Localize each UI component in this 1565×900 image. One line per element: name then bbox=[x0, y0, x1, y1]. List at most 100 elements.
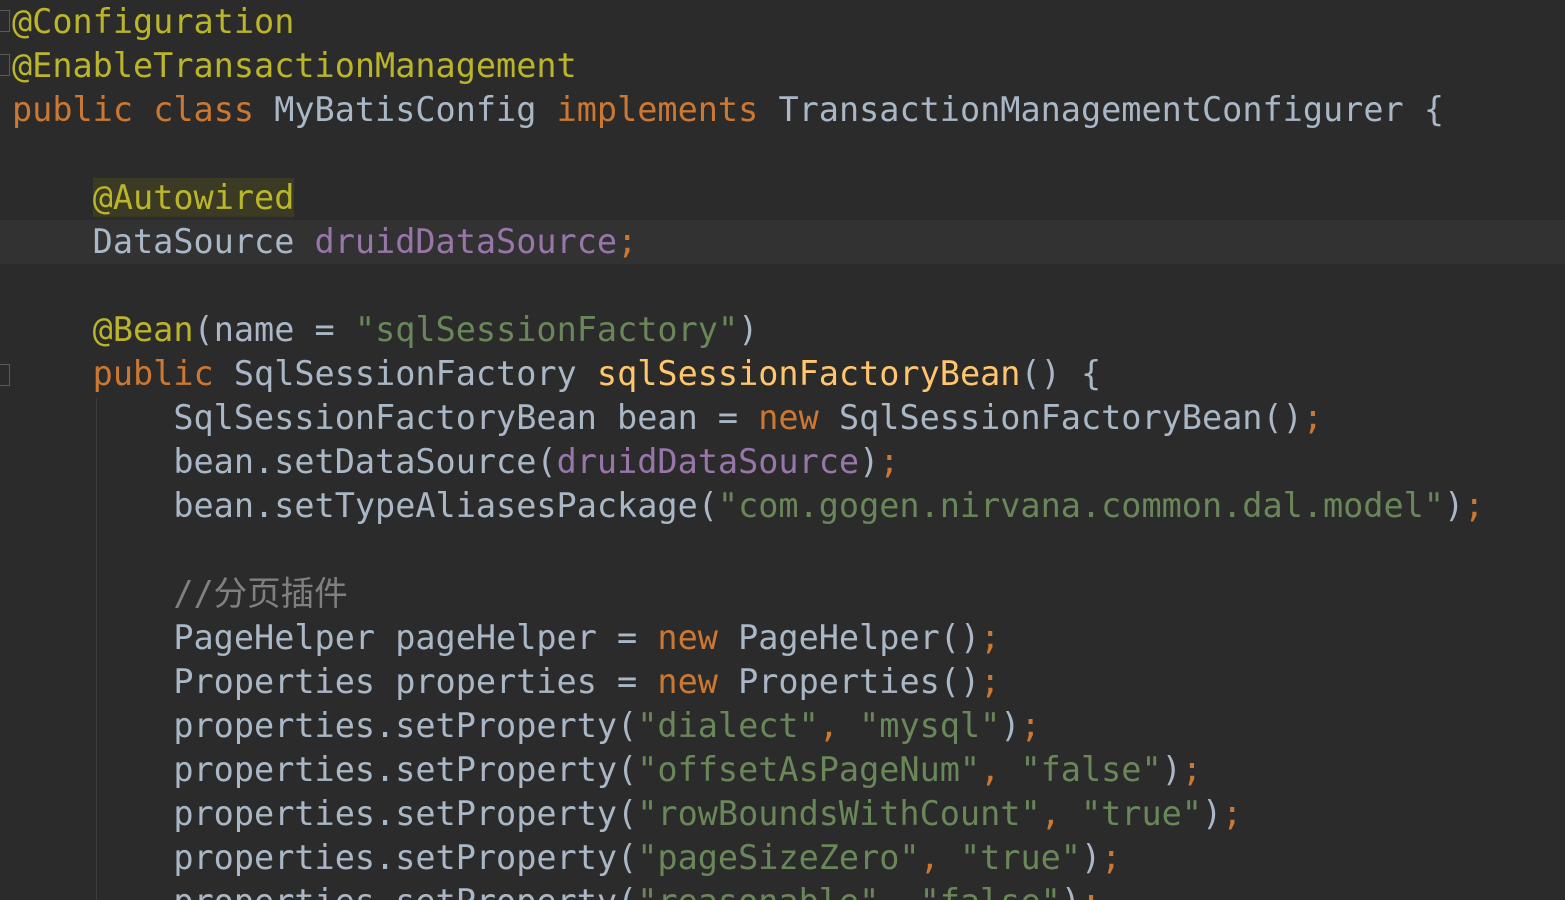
code-line[interactable] bbox=[0, 264, 1565, 308]
code-token: @Configuration bbox=[12, 2, 295, 41]
code-line[interactable]: @Configuration bbox=[0, 0, 1565, 44]
code-token: ; bbox=[1464, 486, 1485, 525]
code-line-text: properties.setProperty("rowBoundsWithCou… bbox=[12, 792, 1242, 836]
code-token: ; bbox=[879, 442, 900, 481]
code-line[interactable] bbox=[0, 528, 1565, 572]
code-token: ( bbox=[193, 310, 214, 349]
code-token: ) bbox=[1061, 882, 1081, 900]
code-token: PageHelper pageHelper = bbox=[12, 618, 658, 657]
code-token: , bbox=[879, 882, 919, 900]
code-token: ; bbox=[617, 222, 638, 261]
code-token: ) bbox=[1443, 486, 1465, 525]
code-line-text: @Bean(name = "sqlSessionFactory") bbox=[12, 308, 759, 352]
code-token: public bbox=[12, 354, 234, 393]
code-line-text: bean.setTypeAliasesPackage("com.gogen.ni… bbox=[12, 484, 1484, 528]
code-line[interactable]: DataSource druidDataSource; bbox=[0, 220, 1565, 264]
code-line[interactable]: @Bean(name = "sqlSessionFactory") bbox=[0, 308, 1565, 352]
code-editor[interactable]: @Configuration @EnableTransactionManageme… bbox=[0, 0, 1565, 900]
code-token: class bbox=[153, 90, 275, 129]
code-token: "reasonable" bbox=[637, 882, 879, 900]
code-token: name bbox=[213, 310, 295, 349]
code-token: implements bbox=[556, 90, 779, 129]
code-line[interactable]: bean.setDataSource(druidDataSource); bbox=[0, 440, 1565, 484]
code-token: properties.setProperty( bbox=[12, 706, 638, 745]
code-token: properties.setProperty( bbox=[12, 882, 637, 900]
code-token: , bbox=[980, 750, 1021, 789]
code-token: SqlSessionFactoryBean bean = bbox=[12, 398, 759, 437]
code-token: new bbox=[758, 398, 839, 437]
code-line-text: //分页插件 bbox=[12, 572, 348, 616]
code-token: = bbox=[294, 310, 355, 349]
code-line-text: bean.setDataSource(druidDataSource); bbox=[12, 440, 899, 484]
code-token: bean.setTypeAliasesPackage( bbox=[12, 486, 718, 525]
code-token: sqlSessionFactoryBean bbox=[596, 354, 1021, 393]
code-line-text: properties.setProperty("dialect", "mysql… bbox=[12, 704, 1041, 748]
code-token: TransactionManagementConfigurer { bbox=[778, 90, 1445, 129]
code-token: properties.setProperty( bbox=[12, 750, 638, 789]
code-token: druidDataSource bbox=[314, 222, 618, 261]
code-line[interactable]: properties.setProperty("pageSizeZero", "… bbox=[0, 836, 1565, 880]
code-line[interactable]: PageHelper pageHelper = new PageHelper()… bbox=[0, 616, 1565, 660]
code-token: properties.setProperty( bbox=[12, 838, 638, 877]
code-token: "com.gogen.nirvana.common.dal.model" bbox=[717, 486, 1444, 525]
code-line[interactable]: Properties properties = new Properties()… bbox=[0, 660, 1565, 704]
code-token: ) bbox=[1080, 838, 1102, 877]
code-token: new bbox=[657, 618, 739, 657]
code-token: ) bbox=[1161, 750, 1182, 789]
code-token: MyBatisConfig bbox=[274, 90, 557, 129]
code-token: ; bbox=[1181, 750, 1202, 789]
code-token: @Bean bbox=[12, 310, 194, 349]
code-token: PageHelper() bbox=[738, 618, 981, 657]
code-line-text: @EnableTransactionManagement bbox=[12, 44, 577, 88]
code-token: "false" bbox=[920, 882, 1061, 900]
code-token: "mysql" bbox=[859, 706, 1001, 745]
code-token: "false" bbox=[1020, 750, 1162, 789]
code-line-text: public class MyBatisConfig implements Tr… bbox=[12, 88, 1444, 132]
code-line[interactable]: public SqlSessionFactory sqlSessionFacto… bbox=[0, 352, 1565, 396]
code-line-text: PageHelper pageHelper = new PageHelper()… bbox=[12, 616, 1000, 660]
code-token: "true" bbox=[959, 838, 1081, 877]
code-line[interactable]: @Autowired bbox=[0, 176, 1565, 220]
code-line[interactable] bbox=[0, 132, 1565, 176]
code-token: @EnableTransactionManagement bbox=[12, 46, 577, 85]
code-line[interactable]: properties.setProperty("reasonable", "fa… bbox=[0, 880, 1565, 900]
code-token: ; bbox=[1302, 398, 1323, 437]
code-token: bean.setDataSource( bbox=[12, 442, 557, 481]
code-token: , bbox=[818, 706, 860, 745]
code-line[interactable]: properties.setProperty("rowBoundsWithCou… bbox=[0, 792, 1565, 836]
code-line[interactable]: properties.setProperty("dialect", "mysql… bbox=[0, 704, 1565, 748]
code-token: public bbox=[12, 90, 154, 129]
code-line-text: Properties properties = new Properties()… bbox=[12, 660, 1000, 704]
code-token: ; bbox=[980, 618, 1001, 657]
code-line-text: properties.setProperty("offsetAsPageNum"… bbox=[12, 748, 1202, 792]
code-line[interactable]: public class MyBatisConfig implements Tr… bbox=[0, 88, 1565, 132]
code-token: SqlSessionFactory bbox=[233, 354, 597, 393]
code-line[interactable]: SqlSessionFactoryBean bean = new SqlSess… bbox=[0, 396, 1565, 440]
code-line-text: public SqlSessionFactory sqlSessionFacto… bbox=[12, 352, 1101, 396]
code-token: //分页插件 bbox=[12, 574, 348, 613]
code-token: "pageSizeZero" bbox=[637, 838, 920, 877]
code-line[interactable]: @EnableTransactionManagement bbox=[0, 44, 1565, 88]
code-token: ) bbox=[1201, 794, 1223, 833]
code-token: ; bbox=[1020, 706, 1041, 745]
code-token: DataSource bbox=[12, 222, 315, 261]
code-line-text: @Configuration bbox=[12, 0, 294, 44]
code-token: SqlSessionFactoryBean() bbox=[838, 398, 1303, 437]
code-token: , bbox=[1040, 794, 1081, 833]
code-line-text: @Autowired bbox=[12, 176, 295, 220]
code-token: ; bbox=[1101, 838, 1122, 877]
code-token: , bbox=[919, 838, 960, 877]
code-token: "offsetAsPageNum" bbox=[637, 750, 981, 789]
code-token: properties.setProperty( bbox=[12, 794, 638, 833]
code-token: ) bbox=[1000, 706, 1021, 745]
code-token: "true" bbox=[1080, 794, 1202, 833]
code-line[interactable]: bean.setTypeAliasesPackage("com.gogen.ni… bbox=[0, 484, 1565, 528]
code-line-text: properties.setProperty("pageSizeZero", "… bbox=[12, 836, 1121, 880]
code-token: ; bbox=[1222, 794, 1243, 833]
code-line[interactable]: properties.setProperty("offsetAsPageNum"… bbox=[0, 748, 1565, 792]
code-token: ; bbox=[1081, 882, 1101, 900]
code-token: ) bbox=[859, 442, 880, 481]
code-line-text: SqlSessionFactoryBean bean = new SqlSess… bbox=[12, 396, 1323, 440]
code-line[interactable]: //分页插件 bbox=[0, 572, 1565, 616]
